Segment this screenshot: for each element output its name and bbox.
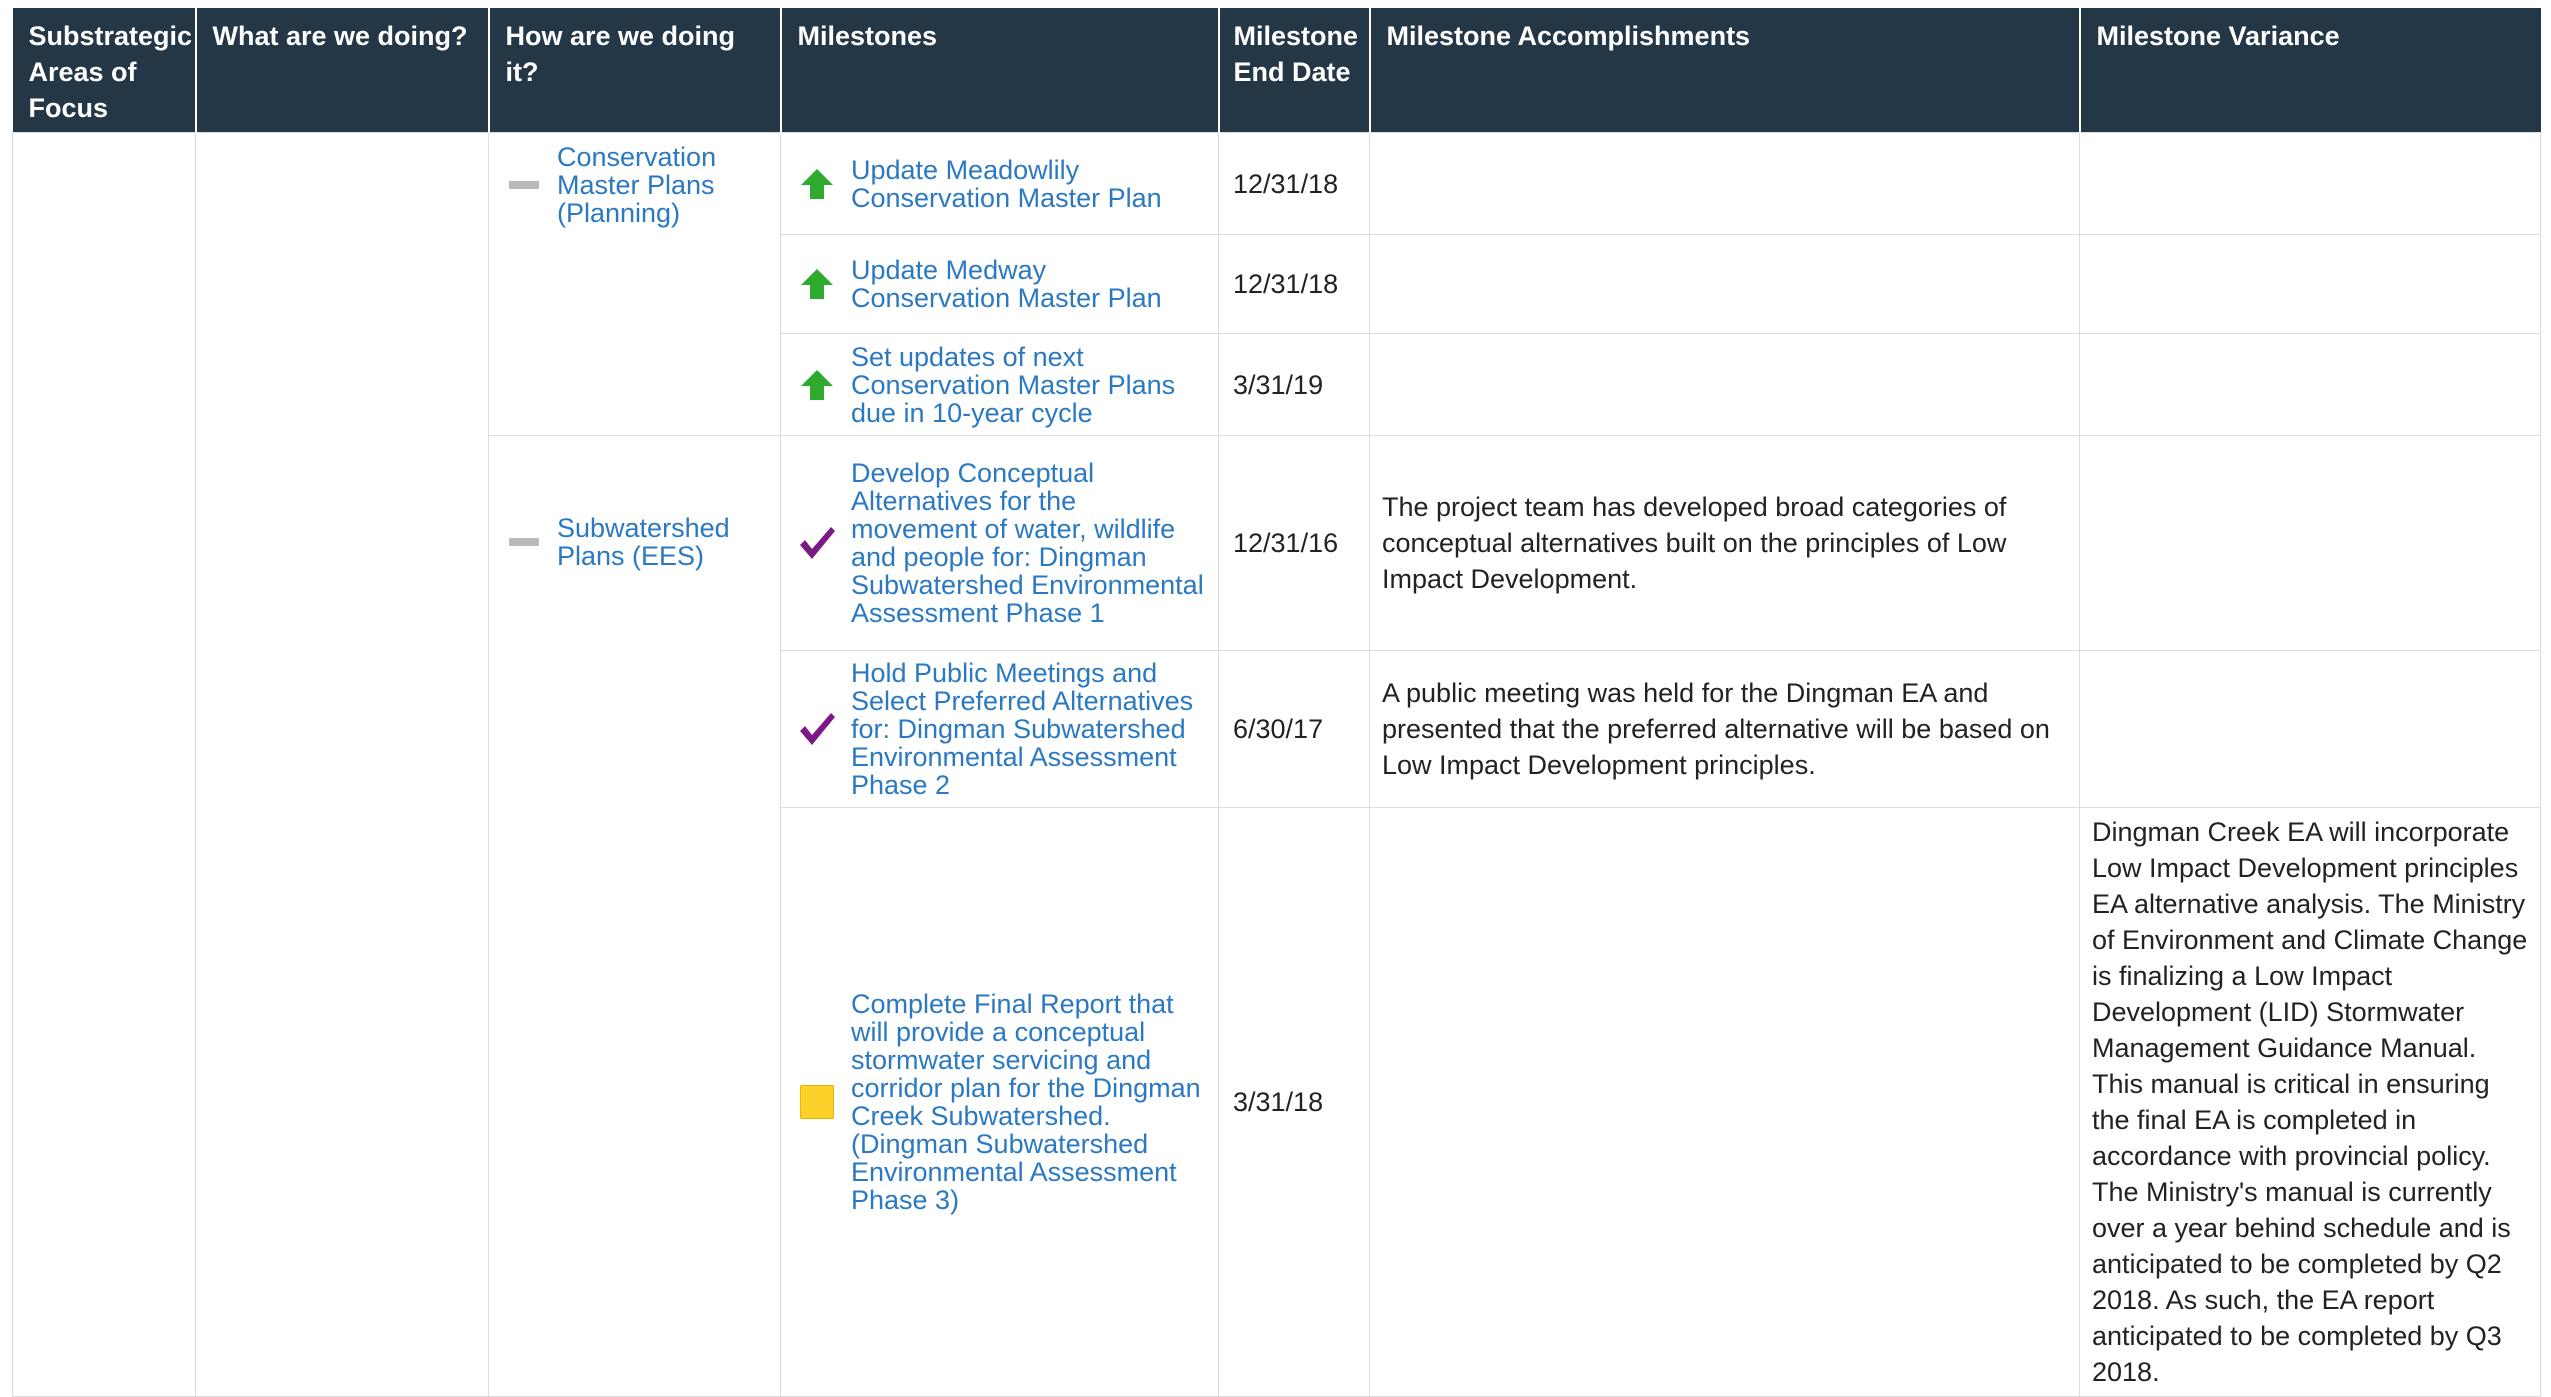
header-substrategic: Substrategic Areas of Focus	[12, 8, 196, 133]
milestone-link[interactable]: Hold Public Meetings and Select Preferre…	[851, 659, 1208, 799]
accomplishment-cell: A public meeting was held for the Dingma…	[1369, 650, 2080, 808]
variance-cell: Dingman Creek EA will incorporate Low Im…	[2079, 807, 2541, 1397]
milestone-link[interactable]: Update Meadowlily Conservation Master Pl…	[851, 156, 1208, 212]
how-link-subwatershed[interactable]: Subwatershed Plans (EES)	[557, 514, 770, 570]
variance-cell	[2079, 234, 2541, 334]
end-date-cell: 12/31/18	[1218, 132, 1370, 235]
header-row: Substrategic Areas of Focus What are we …	[12, 8, 2541, 133]
end-date-cell: 3/31/19	[1218, 333, 1370, 436]
up-arrow-icon	[795, 368, 839, 402]
end-date-cell: 12/31/18	[1218, 234, 1370, 334]
variance-cell	[2079, 132, 2541, 235]
dash-icon	[509, 181, 539, 189]
dash-icon	[509, 538, 539, 546]
header-milestones: Milestones	[779, 8, 1219, 133]
accomplishment-cell	[1369, 132, 2080, 235]
header-accomplishments: Milestone Accomplishments	[1368, 8, 2080, 133]
accomplishment-cell	[1369, 234, 2080, 334]
header-end-date: Milestone End Date	[1217, 8, 1370, 133]
substrategic-cell	[12, 132, 196, 1397]
milestone-link[interactable]: Develop Conceptual Alternatives for the …	[851, 459, 1208, 627]
up-arrow-icon	[795, 167, 839, 201]
yellow-square-icon	[795, 1085, 839, 1119]
what-cell	[195, 132, 489, 1397]
milestones-table: Substrategic Areas of Focus What are we …	[12, 8, 2541, 1397]
header-what: What are we doing?	[194, 8, 489, 133]
report-table-wrapper: Substrategic Areas of Focus What are we …	[12, 8, 2541, 1397]
milestone-cell: Update Meadowlily Conservation Master Pl…	[780, 132, 1219, 235]
checkmark-icon	[795, 709, 839, 749]
how-cell-conservation: Conservation Master Plans (Planning)	[488, 132, 781, 436]
header-variance: Milestone Variance	[2078, 8, 2541, 133]
up-arrow-icon	[795, 267, 839, 301]
milestone-cell: Hold Public Meetings and Select Preferre…	[780, 650, 1219, 808]
milestone-link[interactable]: Set updates of next Conservation Master …	[851, 343, 1208, 427]
how-cell-subwatershed: Subwatershed Plans (EES)	[488, 435, 781, 1397]
milestone-cell: Complete Final Report that will provide …	[780, 807, 1219, 1397]
accomplishment-cell	[1369, 333, 2080, 436]
end-date-cell: 6/30/17	[1218, 650, 1370, 808]
variance-cell	[2079, 650, 2541, 808]
how-link-conservation[interactable]: Conservation Master Plans (Planning)	[557, 143, 770, 227]
end-date-cell: 12/31/16	[1218, 435, 1370, 651]
table-row: Conservation Master Plans (Planning) Upd…	[12, 132, 2541, 1397]
milestone-cell: Develop Conceptual Alternatives for the …	[780, 435, 1219, 651]
variance-cell	[2079, 435, 2541, 651]
end-date-cell: 3/31/18	[1218, 807, 1370, 1397]
milestone-link[interactable]: Update Medway Conservation Master Plan	[851, 256, 1208, 312]
milestone-cell: Update Medway Conservation Master Plan	[780, 234, 1219, 334]
variance-cell	[2079, 333, 2541, 436]
milestone-link[interactable]: Complete Final Report that will provide …	[851, 990, 1208, 1214]
header-how: How are we doing it?	[487, 8, 781, 133]
accomplishment-cell: The project team has developed broad cat…	[1369, 435, 2080, 651]
accomplishment-cell	[1369, 807, 2080, 1397]
milestone-cell: Set updates of next Conservation Master …	[780, 333, 1219, 436]
checkmark-icon	[795, 523, 839, 563]
